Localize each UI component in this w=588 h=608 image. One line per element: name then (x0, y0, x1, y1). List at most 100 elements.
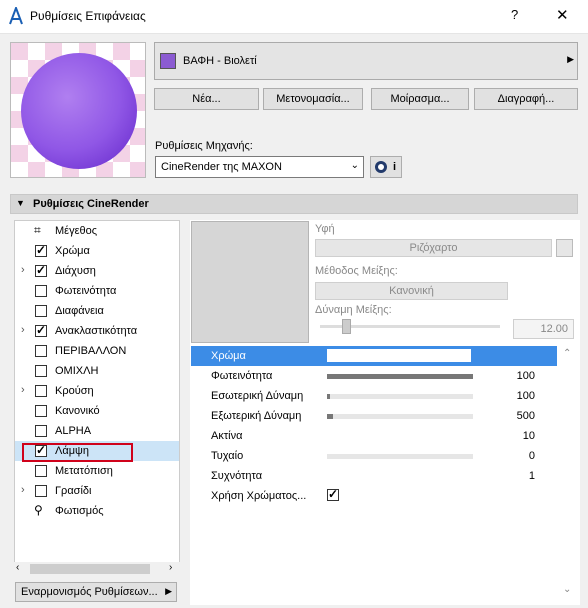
share-button[interactable]: Μοίρασμα... (371, 88, 469, 110)
channel-label: Κρούση (55, 385, 94, 397)
chevron-right-icon[interactable]: › (21, 324, 25, 336)
engine-settings-label: Ρυθμίσεις Μηχανής: (155, 140, 253, 152)
channel-item[interactable]: › Κρούση (15, 381, 179, 401)
channel-item[interactable]: Χρώμα (15, 241, 179, 261)
property-row[interactable]: Εσωτερική Δύναμη 100 (191, 386, 557, 406)
update-settings-label: Εναρμονισμός Ρυθμίσεων... (21, 586, 158, 598)
channel-item[interactable]: › Γρασίδι (15, 481, 179, 501)
channel-checkbox[interactable] (35, 285, 47, 297)
property-label: Φωτεινότητα (211, 370, 273, 382)
property-value[interactable]: 0 (529, 450, 535, 462)
engine-info-button[interactable]: i (370, 156, 402, 178)
channel-checkbox[interactable] (35, 263, 47, 277)
property-row[interactable]: Συχνότητα 1 (191, 466, 557, 486)
property-checkbox[interactable]: ✓ (327, 487, 339, 501)
property-row[interactable]: Εξωτερική Δύναμη 500 (191, 406, 557, 426)
property-row[interactable]: Χρώμα (191, 346, 557, 366)
channel-checkbox[interactable] (35, 345, 47, 357)
channel-label: Μετατόπιση (55, 465, 113, 477)
channel-checkbox[interactable] (35, 465, 47, 477)
channel-label: ΟΜΙΧΛΗ (55, 365, 99, 377)
property-value[interactable]: 100 (517, 370, 535, 382)
channel-item[interactable]: ⚲ Φωτισμός (15, 501, 179, 521)
update-settings-button[interactable]: Εναρμονισμός Ρυθμίσεων... ▶ (15, 582, 177, 602)
channel-checkbox[interactable] (35, 365, 47, 377)
blend-strength-value[interactable]: 12.00 (513, 319, 574, 339)
channel-item[interactable]: Διαφάνεια (15, 301, 179, 321)
cinerender-section-header[interactable]: ▼ Ρυθμίσεις CineRender (10, 194, 578, 214)
channel-checkbox[interactable] (35, 405, 47, 417)
channel-item[interactable]: Κανονικό (15, 401, 179, 421)
texture-field[interactable]: Ριζόχαρτο (315, 239, 552, 257)
channel-item[interactable]: › Ανακλαστικότητα (15, 321, 179, 341)
texture-browse-icon[interactable] (556, 239, 573, 257)
chevron-right-icon[interactable]: › (21, 264, 25, 276)
horizontal-scrollbar[interactable]: ‹ › (14, 562, 180, 576)
channel-checkbox[interactable] (35, 305, 47, 317)
material-preview (10, 42, 146, 178)
blend-strength-thumb[interactable] (342, 319, 351, 334)
texture-preview[interactable] (191, 221, 309, 343)
color-swatch[interactable] (327, 349, 471, 362)
close-button[interactable]: ✕ (556, 6, 569, 24)
chevron-right-icon[interactable]: › (21, 384, 25, 396)
channel-label: Χρώμα (55, 245, 90, 257)
property-label: Χρώμα (211, 350, 246, 362)
property-value[interactable]: 1 (529, 470, 535, 482)
channel-item[interactable]: ALPHA (15, 421, 179, 441)
channel-checkbox[interactable] (35, 323, 47, 337)
channel-label: Διάχυση (55, 265, 96, 277)
slider-fill (327, 394, 330, 399)
new-button[interactable]: Νέα... (154, 88, 259, 110)
engine-select-value: CineRender της MAXON (161, 161, 282, 173)
material-swatch (160, 53, 176, 69)
channel-checkbox[interactable] (35, 425, 47, 437)
property-value[interactable]: 100 (517, 390, 535, 402)
chevron-right-icon: ▶ (567, 54, 574, 64)
scroll-left-icon[interactable]: ‹ (16, 562, 19, 573)
lighting-icon: ⚲ (34, 503, 43, 517)
vertical-scrollbar[interactable]: ⌃ ⌄ (560, 346, 576, 602)
property-value[interactable]: 10 (523, 430, 535, 442)
scroll-right-icon[interactable]: › (169, 562, 172, 573)
scrollbar-thumb[interactable] (30, 564, 150, 574)
property-slider[interactable] (327, 374, 473, 379)
channel-item[interactable]: Φωτεινότητα (15, 281, 179, 301)
channel-label: Φωτεινότητα (55, 285, 117, 297)
chevron-right-icon: ▶ (165, 586, 172, 596)
channel-item[interactable]: ΠΕΡΙΒΑΛΛΟΝ (15, 341, 179, 361)
channel-checkbox[interactable] (35, 243, 47, 257)
rename-button[interactable]: Μετονομασία... (263, 88, 363, 110)
property-slider[interactable] (327, 454, 473, 459)
scroll-up-icon[interactable]: ⌃ (563, 348, 571, 359)
help-button[interactable]: ? (511, 7, 518, 22)
chevron-down-icon: ⌄ (350, 160, 359, 171)
property-row[interactable]: Χρήση Χρώματος... ✓ (191, 486, 557, 506)
property-label: Συχνότητα (211, 470, 263, 482)
channel-checkbox[interactable] (35, 385, 47, 397)
property-value[interactable]: 500 (517, 410, 535, 422)
delete-button[interactable]: Διαγραφή... (474, 88, 578, 110)
engine-select[interactable]: CineRender της MAXON ⌄ (155, 156, 364, 178)
window-title: Ρυθμίσεις Επιφάνειας (30, 9, 146, 23)
material-selector[interactable]: ΒΑΦΗ - Βιολετί ▶ (154, 42, 578, 80)
property-label: Εξωτερική Δύναμη (211, 410, 302, 422)
property-slider[interactable] (327, 414, 473, 419)
channel-item[interactable]: ΟΜΙΧΛΗ (15, 361, 179, 381)
channel-checkbox[interactable] (35, 485, 47, 497)
blend-method-select[interactable]: Κανονική (315, 282, 508, 300)
cinema4d-icon (375, 161, 387, 173)
texture-label: Υφή (315, 223, 335, 235)
selection-highlight-box (22, 443, 133, 462)
channel-item[interactable]: Μετατόπιση (15, 461, 179, 481)
property-slider[interactable] (327, 394, 473, 399)
channel-label: ΠΕΡΙΒΑΛΛΟΝ (55, 345, 127, 357)
channel-item[interactable]: › Διάχυση (15, 261, 179, 281)
property-row[interactable]: Ακτίνα 10 (191, 426, 557, 446)
chevron-right-icon[interactable]: › (21, 484, 25, 496)
channel-item[interactable]: ⌗ Μέγεθος (15, 221, 179, 241)
property-row[interactable]: Φωτεινότητα 100 (191, 366, 557, 386)
material-name: ΒΑΦΗ - Βιολετί (183, 55, 257, 67)
scroll-down-icon[interactable]: ⌄ (563, 584, 571, 595)
property-row[interactable]: Τυχαίο 0 (191, 446, 557, 466)
